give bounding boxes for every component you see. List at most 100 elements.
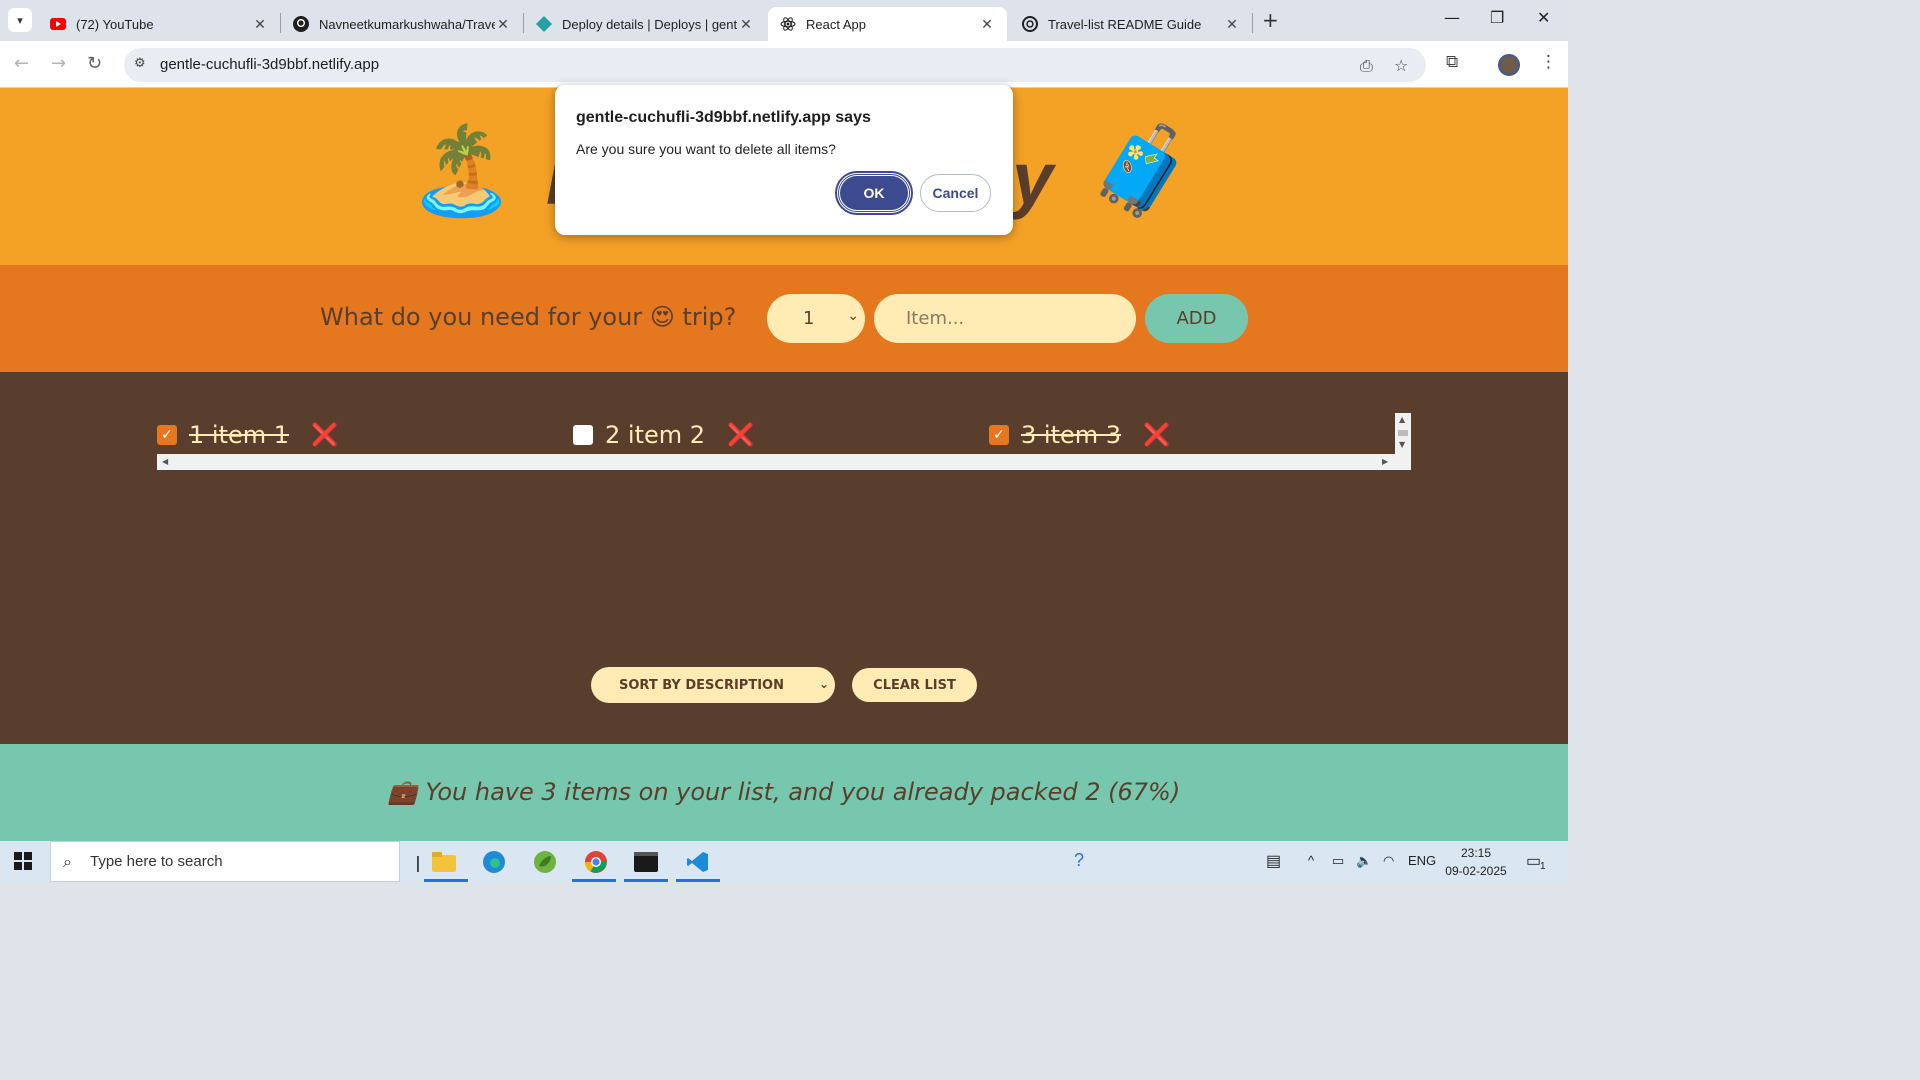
back-icon[interactable]: ← <box>14 53 29 74</box>
tab-title: React App <box>806 16 866 32</box>
list-item: ✓ 1 item 1 ❌ <box>157 421 338 449</box>
heart-eyes-icon: 😍 <box>649 303 675 331</box>
packed-checkbox[interactable]: ✓ <box>989 425 1009 445</box>
add-item-form: What do you need for your 😍 trip? 1 ⌄ AD… <box>0 265 1568 372</box>
notifications-icon[interactable]: ▭ <box>1526 851 1541 871</box>
cancel-button[interactable]: Cancel <box>920 174 991 212</box>
list-item: 2 item 2 ❌ <box>573 421 754 449</box>
add-button[interactable]: ADD <box>1145 294 1248 343</box>
ok-button[interactable]: OK <box>835 171 913 215</box>
profile-avatar[interactable] <box>1498 54 1520 76</box>
delete-icon[interactable]: ❌ <box>727 423 754 448</box>
clock-date: 09-02-2025 <box>1445 864 1507 878</box>
windows-taskbar: ⌕ Type here to search | ? ▤ ^ ▭ 🔈 ◠ ENG … <box>0 841 1568 882</box>
scroll-up-icon[interactable]: ▲ <box>1399 415 1405 424</box>
chatgpt-icon <box>1022 16 1038 32</box>
close-window-icon[interactable]: ✕ <box>1537 8 1550 27</box>
close-tab-icon[interactable]: ✕ <box>738 16 754 33</box>
scroll-down-icon[interactable]: ▼ <box>1399 440 1405 449</box>
terminal-icon[interactable] <box>632 848 660 876</box>
tray-chevron-up-icon[interactable]: ^ <box>1308 853 1314 868</box>
vscode-icon[interactable] <box>684 848 712 876</box>
close-tab-icon[interactable]: ✕ <box>495 16 511 33</box>
list-item: ✓ 3 item 3 ❌ <box>989 421 1170 449</box>
tab-readme-guide[interactable]: Travel-list README Guide ✕ <box>1010 7 1252 41</box>
extensions-icon[interactable]: ⧉ <box>1446 52 1458 72</box>
wifi-icon[interactable]: ◠ <box>1383 853 1394 869</box>
item-label: 2 item 2 <box>605 421 706 449</box>
delete-icon[interactable]: ❌ <box>311 423 338 448</box>
delete-icon[interactable]: ❌ <box>1143 423 1170 448</box>
tab-title: (72) YouTube <box>76 16 154 32</box>
new-tab-icon[interactable]: + <box>1262 8 1279 32</box>
minimize-icon[interactable]: — <box>1444 8 1460 27</box>
reload-icon[interactable]: ↻ <box>87 53 102 74</box>
task-view-icon[interactable]: | <box>404 848 432 876</box>
github-icon <box>293 16 309 32</box>
language-indicator[interactable]: ENG <box>1408 853 1436 868</box>
tab-youtube[interactable]: (72) YouTube ✕ <box>38 7 280 41</box>
tab-react-app[interactable]: React App ✕ <box>768 7 1007 41</box>
confirm-dialog: gentle-cuchufli-3d9bbf.netlify.app says … <box>555 85 1013 235</box>
url-text: gentle-cuchufli-3d9bbf.netlify.app <box>160 56 380 73</box>
volume-icon[interactable]: 🔈 <box>1356 853 1372 869</box>
app-logo-text-partial: y <box>1012 137 1054 220</box>
form-question: What do you need for your 😍 trip? <box>320 303 737 331</box>
tab-netlify[interactable]: Deploy details | Deploys | gentl ✕ <box>524 7 766 41</box>
packed-checkbox[interactable]: ✓ <box>157 425 177 445</box>
notification-count: 1 <box>1540 861 1546 872</box>
site-settings-icon[interactable]: ⚙ <box>134 56 146 71</box>
horizontal-scrollbar[interactable]: ◀ ▶ <box>157 454 1411 470</box>
windows-start-icon[interactable] <box>14 851 32 875</box>
taskbar-search[interactable]: ⌕ Type here to search <box>50 841 400 882</box>
close-tab-icon[interactable]: ✕ <box>1224 16 1240 33</box>
list-scroll-container[interactable]: ✓ 1 item 1 ❌ 2 item 2 ❌ ✓ 3 item 3 ❌ ▲ ▼… <box>157 413 1411 470</box>
tab-github[interactable]: Navneetkumarkushwaha/Travel ✕ <box>281 7 523 41</box>
scroll-left-icon[interactable]: ◀ <box>162 457 168 466</box>
packing-list: ✓ 1 item 1 ❌ 2 item 2 ❌ ✓ 3 item 3 ❌ ▲ ▼… <box>0 372 1568 744</box>
palm-island-icon: 🏝️ <box>408 121 516 221</box>
react-icon <box>780 16 796 32</box>
leaf-app-icon[interactable] <box>531 848 559 876</box>
menu-kebab-icon[interactable]: ⋮ <box>1540 52 1557 72</box>
search-placeholder: Type here to search <box>90 853 223 870</box>
forward-icon[interactable]: → <box>51 53 66 74</box>
packed-checkbox[interactable] <box>573 425 593 445</box>
browser-toolbar: ← → ↻ ⚙ gentle-cuchufli-3d9bbf.netlify.a… <box>0 41 1568 88</box>
luggage-icon: 🧳 <box>1088 121 1196 221</box>
bookmark-star-icon[interactable]: ☆ <box>1394 56 1408 75</box>
vertical-scrollbar[interactable]: ▲ ▼ <box>1395 413 1411 454</box>
restore-icon[interactable]: ❐ <box>1490 8 1504 27</box>
item-input[interactable] <box>874 294 1136 343</box>
quantity-select[interactable]: 1 ⌄ <box>767 294 865 343</box>
edge-icon[interactable] <box>480 848 508 876</box>
taskbar-clock[interactable]: 23:15 09-02-2025 <box>1444 844 1508 880</box>
chevron-down-icon: ⌄ <box>818 677 829 691</box>
netlify-icon <box>536 16 552 32</box>
item-label: 3 item 3 <box>1021 421 1122 449</box>
clear-list-button[interactable]: CLEAR LIST <box>852 668 977 702</box>
tab-search-button[interactable]: ▾ <box>8 8 32 32</box>
clock-time: 23:15 <box>1460 846 1492 860</box>
close-tab-icon[interactable]: ✕ <box>252 16 268 33</box>
scroll-right-icon[interactable]: ▶ <box>1382 457 1388 466</box>
browser-tab-bar: ▾ (72) YouTube ✕ Navneetkumarkushwaha/Tr… <box>0 0 1568 41</box>
dialog-title: gentle-cuchufli-3d9bbf.netlify.app says <box>576 109 871 126</box>
battery-icon[interactable]: ▭ <box>1332 853 1344 869</box>
close-tab-icon[interactable]: ✕ <box>979 16 995 33</box>
help-icon[interactable]: ? <box>1074 850 1084 871</box>
tab-title: Navneetkumarkushwaha/Travel <box>319 16 495 32</box>
sort-select[interactable]: SORT BY DESCRIPTION ⌄ <box>591 667 835 703</box>
dialog-message: Are you sure you want to delete all item… <box>576 141 836 157</box>
chevron-down-icon: ⌄ <box>847 308 859 324</box>
news-widget-icon[interactable]: ▤ <box>1266 851 1281 871</box>
scroll-thumb[interactable] <box>1398 430 1408 436</box>
youtube-icon <box>50 16 66 32</box>
install-app-icon[interactable]: ⎙ <box>1360 56 1373 76</box>
file-explorer-icon[interactable] <box>430 848 458 876</box>
tab-divider <box>1252 13 1253 33</box>
chrome-icon[interactable] <box>582 848 610 876</box>
item-label: 1 item 1 <box>189 421 290 449</box>
tab-title: Travel-list README Guide <box>1048 16 1202 32</box>
address-bar[interactable]: ⚙ gentle-cuchufli-3d9bbf.netlify.app ⎙ ☆ <box>124 48 1426 82</box>
